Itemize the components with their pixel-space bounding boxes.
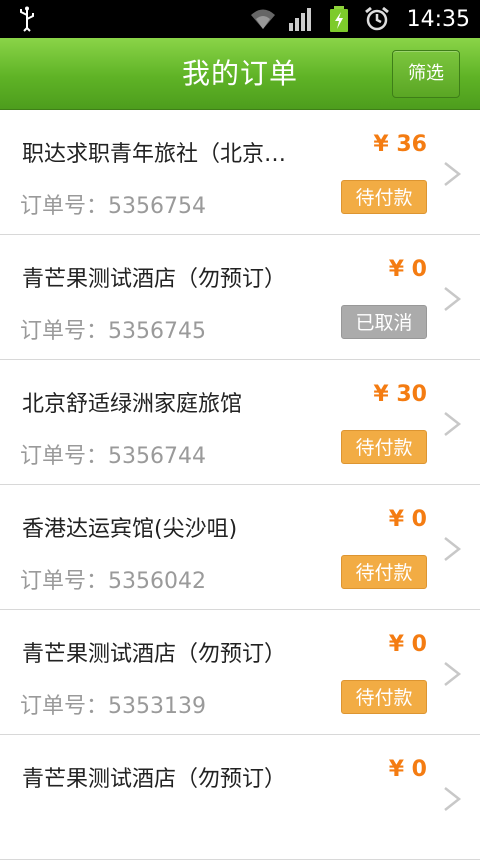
order-price: ¥ 0 (388, 757, 427, 782)
order-row[interactable]: 香港达运宾馆(尖沙咀) ¥ 0 订单号：5356042 待付款 (0, 485, 480, 610)
wifi-icon (250, 9, 275, 29)
alarm-icon (364, 6, 389, 31)
order-number: 订单号：5356042 (20, 569, 206, 594)
clock-time: 14:35 (406, 6, 470, 32)
filter-button[interactable]: 筛选 (392, 50, 460, 98)
status-bar: 14:35 (0, 0, 480, 38)
order-price: ¥ 0 (388, 507, 427, 532)
chevron-right-icon (444, 162, 462, 186)
order-price: ¥ 36 (373, 132, 427, 157)
hotel-name: 北京舒适绿洲家庭旅馆 (22, 392, 243, 417)
chevron-right-icon (444, 787, 462, 811)
order-row[interactable]: 青芒果测试酒店（勿预订） ¥ 0 订单号：5356745 已取消 (0, 235, 480, 360)
signal-icon (288, 8, 311, 31)
usb-icon (20, 6, 34, 32)
order-price: ¥ 0 (388, 632, 427, 657)
chevron-right-icon (444, 662, 462, 686)
chevron-right-icon (444, 287, 462, 311)
order-row[interactable]: 青芒果测试酒店（勿预订） ¥ 0 (0, 735, 480, 860)
status-badge: 待付款 (341, 680, 427, 714)
status-badge: 待付款 (341, 180, 427, 214)
chevron-right-icon (444, 537, 462, 561)
order-number: 订单号：5356744 (20, 444, 206, 469)
order-price: ¥ 30 (373, 382, 427, 407)
status-badge: 待付款 (341, 430, 427, 464)
hotel-name: 青芒果测试酒店（勿预订） (22, 767, 287, 792)
order-price: ¥ 0 (388, 257, 427, 282)
status-badge: 待付款 (341, 555, 427, 589)
order-list: 职达求职青年旅社（北京… ¥ 36 订单号：5356754 待付款 青芒果测试酒… (0, 110, 480, 860)
hotel-name: 青芒果测试酒店（勿预订） (22, 267, 287, 292)
hotel-name: 职达求职青年旅社（北京… (22, 142, 287, 167)
status-badge: 已取消 (341, 305, 427, 339)
order-row[interactable]: 青芒果测试酒店（勿预订） ¥ 0 订单号：5353139 待付款 (0, 610, 480, 735)
order-number: 订单号：5353139 (20, 694, 206, 719)
order-number: 订单号：5356754 (20, 194, 206, 219)
order-row[interactable]: 北京舒适绿洲家庭旅馆 ¥ 30 订单号：5356744 待付款 (0, 360, 480, 485)
title-bar: 我的订单 筛选 (0, 38, 480, 110)
hotel-name: 香港达运宾馆(尖沙咀) (22, 517, 238, 542)
battery-charging-icon (329, 6, 348, 32)
hotel-name: 青芒果测试酒店（勿预订） (22, 642, 287, 667)
order-number: 订单号：5356745 (20, 319, 206, 344)
order-row[interactable]: 职达求职青年旅社（北京… ¥ 36 订单号：5356754 待付款 (0, 110, 480, 235)
chevron-right-icon (444, 412, 462, 436)
